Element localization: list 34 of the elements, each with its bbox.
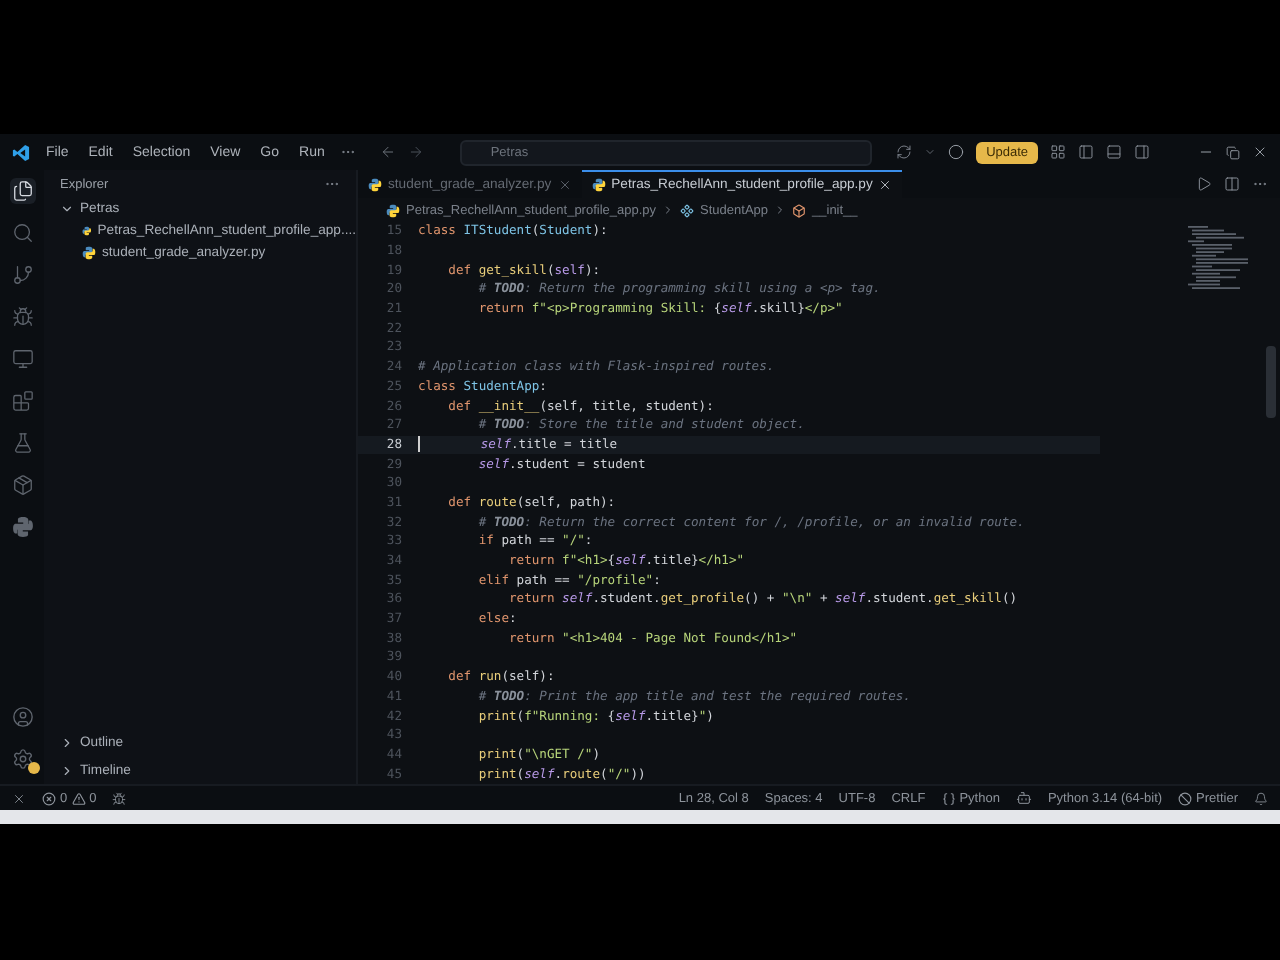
- debug-icon[interactable]: [112, 791, 127, 805]
- secondary-sidebar-icon[interactable]: [1134, 144, 1150, 160]
- sync-icon[interactable]: [896, 144, 913, 160]
- chevron-right-icon: [662, 204, 675, 216]
- braces-icon: [941, 791, 956, 805]
- close-icon[interactable]: [1251, 144, 1268, 160]
- method-icon: [792, 203, 807, 217]
- sidebar-toggle-icon[interactable]: [1078, 144, 1095, 160]
- python-file-icon: [82, 224, 92, 238]
- split-editor-icon[interactable]: [1224, 176, 1240, 192]
- class-icon: [680, 203, 695, 217]
- python-file-icon: [591, 178, 606, 192]
- notifications-icon[interactable]: [1254, 791, 1268, 805]
- settings-icon[interactable]: [11, 748, 33, 770]
- chevron-down-icon: [60, 202, 74, 216]
- layout-icon[interactable]: [1050, 144, 1067, 160]
- python-logo-icon[interactable]: [11, 516, 33, 538]
- circle-icon[interactable]: [948, 144, 965, 160]
- python-file-icon: [368, 178, 382, 192]
- app-logo-icon: [12, 143, 30, 161]
- text-cursor: [418, 436, 420, 453]
- prohibited-icon: [1178, 791, 1193, 805]
- restore-icon[interactable]: [1225, 145, 1240, 159]
- activity-bar-icon[interactable]: [11, 180, 33, 202]
- python-file-icon: [386, 203, 400, 217]
- account-icon[interactable]: [11, 706, 33, 728]
- minimap-drawing: [1188, 226, 1248, 294]
- python-file-icon: [82, 246, 96, 260]
- notification-badge-icon: [27, 762, 39, 774]
- chevron-right-icon: [774, 204, 787, 216]
- run-icon[interactable]: [1196, 176, 1212, 192]
- panel-toggle-icon[interactable]: [1106, 144, 1122, 160]
- back-icon[interactable]: [380, 144, 397, 160]
- scrollbar-thumb[interactable]: [1266, 346, 1276, 418]
